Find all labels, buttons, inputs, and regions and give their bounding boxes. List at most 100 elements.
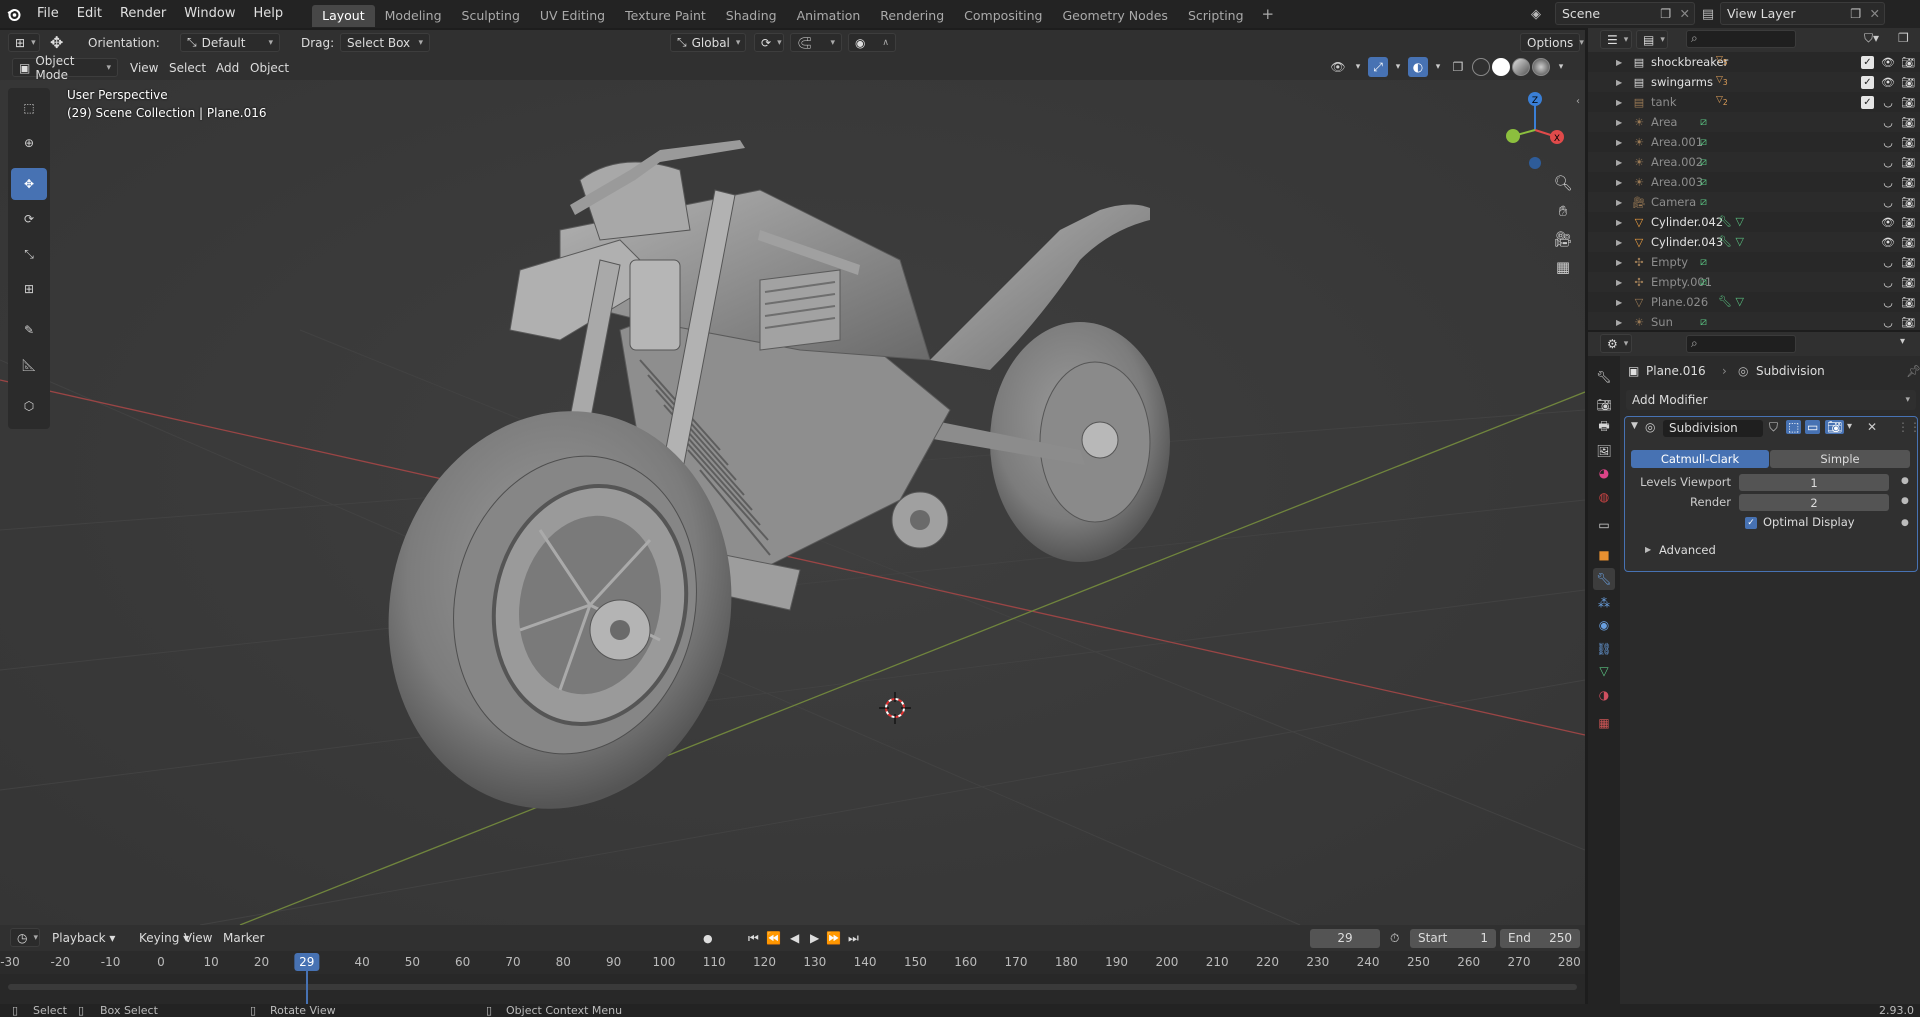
menu-render[interactable]: Render: [111, 0, 175, 28]
expand-arrow-icon[interactable]: ▶: [1616, 158, 1622, 167]
options-dropdown[interactable]: Options ▾: [1520, 33, 1584, 52]
expand-arrow-icon[interactable]: ▶: [1616, 78, 1622, 87]
editor-type-dropdown[interactable]: ⊞ ▾: [8, 33, 40, 52]
menu-help[interactable]: Help: [245, 0, 293, 28]
tab-rendering[interactable]: Rendering: [870, 5, 954, 27]
modifier-name-field[interactable]: Subdivision: [1663, 420, 1763, 437]
move-tool-icon[interactable]: ✥: [50, 33, 63, 52]
properties-editor[interactable]: ⚙ ▾ ⌕ ▾ 🔧︎ 📷︎ 🖶︎ 🖼︎ ◕ ◍ ▭ ■ 🔧︎ ⁂ ◉ ⛓︎ ▽ ◑…: [1588, 332, 1920, 1004]
view-layer-tab-icon[interactable]: 🖼︎: [1593, 440, 1615, 462]
transform-orientation-dropdown[interactable]: ⤡ Global ▾: [670, 33, 746, 52]
render-camera-icon[interactable]: 📷︎: [1900, 256, 1916, 269]
expand-arrow-icon[interactable]: ▶: [1645, 545, 1651, 554]
pan-hand-icon[interactable]: ✋︎: [1550, 198, 1576, 224]
snap-dropdown[interactable]: 🧲︎ ▾: [790, 33, 842, 52]
playhead-frame-badge[interactable]: 29: [294, 953, 320, 971]
ortho-grid-icon[interactable]: ▦: [1550, 254, 1576, 280]
render-camera-icon[interactable]: 📷︎: [1900, 176, 1916, 189]
timeline-scrollbar[interactable]: [8, 984, 1577, 990]
blender-logo-icon[interactable]: [0, 7, 28, 21]
tab-animation[interactable]: Animation: [787, 5, 871, 27]
marker-menu[interactable]: Marker: [223, 931, 264, 945]
render-toggle-icon[interactable]: 📷︎: [1825, 420, 1845, 434]
zoom-icon[interactable]: 🔍︎: [1550, 170, 1576, 196]
keyframe-dot-icon[interactable]: ●: [1901, 518, 1909, 528]
wireframe-shading-icon[interactable]: [1472, 58, 1490, 76]
play-icon[interactable]: ▶: [810, 931, 819, 945]
outliner-row[interactable]: ▶ 🎥︎ Camera ⧄ ◡ 📷︎: [1588, 192, 1920, 212]
expand-arrow-icon[interactable]: ▶: [1616, 198, 1622, 207]
timeline[interactable]: ◷ ▾ Playback ▾ Keying ▾ View Marker ● ⏮ ⏪…: [0, 925, 1585, 1004]
cursor-tool[interactable]: ⊕: [11, 127, 47, 159]
add-menu[interactable]: Add: [210, 59, 245, 77]
menu-window[interactable]: Window: [175, 0, 244, 28]
view-layer-new-icon[interactable]: ❐: [1846, 6, 1865, 21]
keyframe-dot-icon[interactable]: ●: [1901, 476, 1909, 486]
expand-arrow-icon[interactable]: ▶: [1616, 318, 1622, 327]
xray-toggle-icon[interactable]: ❐: [1448, 57, 1468, 77]
prev-key-icon[interactable]: ⏪: [766, 931, 781, 945]
texture-tab-icon[interactable]: ▦: [1593, 712, 1615, 734]
collection-tab-icon[interactable]: ▭: [1593, 514, 1615, 536]
physics-tab-icon[interactable]: ◉: [1593, 614, 1615, 636]
expand-arrow-icon[interactable]: ▶: [1616, 238, 1622, 247]
render-camera-icon[interactable]: 📷︎: [1900, 96, 1916, 109]
select-box-tool[interactable]: ⬚: [11, 92, 47, 124]
scene-browse-icon[interactable]: ◈: [1525, 3, 1547, 25]
record-icon[interactable]: ●: [703, 932, 713, 945]
edit-mode-toggle-icon[interactable]: ⛉: [1769, 420, 1778, 435]
move-tool[interactable]: ✥: [11, 168, 47, 200]
catmull-clark-button[interactable]: Catmull-Clark: [1631, 450, 1769, 468]
scene-new-icon[interactable]: ❐: [1656, 6, 1675, 21]
render-camera-icon[interactable]: 📷︎: [1900, 236, 1916, 249]
frame-ruler[interactable]: -30 -20 -10 0 10 20 29 40 50 60 70 80 90 100 110 120 130…: [0, 952, 1585, 974]
exclude-checkbox[interactable]: ✓: [1861, 75, 1874, 89]
properties-search-input[interactable]: ⌕: [1686, 335, 1796, 353]
tab-modeling[interactable]: Modeling: [375, 5, 452, 27]
chevron-down-icon[interactable]: ▾: [1551, 57, 1571, 77]
visibility-icon[interactable]: 👁︎: [1328, 57, 1348, 77]
outliner-row[interactable]: ▶ ☀ Area.003 ⧄ ◡ 📷︎: [1588, 172, 1920, 192]
add-modifier-dropdown[interactable]: Add Modifier ▾: [1626, 390, 1916, 410]
overlay-toggle-icon[interactable]: ◐: [1408, 57, 1428, 77]
outliner-search-input[interactable]: ⌕: [1686, 30, 1796, 48]
camera-view-icon[interactable]: 🎥︎: [1550, 226, 1576, 252]
hidden-eye-icon[interactable]: ◡: [1880, 256, 1896, 269]
material-tab-icon[interactable]: ◑: [1593, 684, 1615, 706]
optimal-display-checkbox[interactable]: ✓: [1745, 517, 1757, 529]
chevron-down-icon[interactable]: ▾: [1348, 57, 1368, 77]
tab-scripting[interactable]: Scripting: [1178, 5, 1254, 27]
drag-dropdown[interactable]: Select Box ▾: [340, 33, 430, 52]
outliner-row[interactable]: ▶ ☀ Area ⧄ ◡ 📷︎: [1588, 112, 1920, 132]
view-menu[interactable]: View: [184, 931, 212, 945]
proportional-edit-dropdown[interactable]: ◉ ∧: [848, 33, 896, 52]
collapse-arrow-icon[interactable]: ▼: [1631, 421, 1638, 431]
mode-dropdown[interactable]: ▣ Object Mode ▾: [12, 54, 118, 82]
keying-menu[interactable]: Keying ▾: [139, 931, 189, 945]
outliner-row[interactable]: ▶ ☀ Area.001 ⧄ ◡ 📷︎: [1588, 132, 1920, 152]
pivot-dropdown[interactable]: ⟳ ▾: [754, 33, 784, 52]
scale-tool[interactable]: ⤡: [11, 238, 47, 270]
constraints-tab-icon[interactable]: ⛓︎: [1593, 638, 1615, 660]
navigation-gizmo[interactable]: Z X: [1500, 85, 1570, 175]
tab-compositing[interactable]: Compositing: [954, 5, 1052, 27]
next-key-icon[interactable]: ⏩: [826, 931, 841, 945]
view-layer-delete-icon[interactable]: ✕: [1866, 6, 1884, 21]
simple-button[interactable]: Simple: [1770, 450, 1910, 468]
hidden-eye-icon[interactable]: ◡: [1880, 296, 1896, 309]
stopwatch-icon[interactable]: ⏱: [1390, 931, 1399, 946]
view-layer-field[interactable]: View Layer ❐ ✕: [1720, 2, 1885, 25]
expand-arrow-icon[interactable]: ▶: [1616, 98, 1622, 107]
outliner-row[interactable]: ▶ ▤ tank ▽2 ✓ ◡ 📷︎: [1588, 92, 1920, 112]
render-camera-icon[interactable]: 📷︎: [1900, 296, 1916, 309]
start-frame-field[interactable]: Start 1: [1410, 928, 1496, 948]
chevron-down-icon[interactable]: ▾: [1388, 57, 1408, 77]
object-menu[interactable]: Object: [244, 59, 295, 77]
render-camera-icon[interactable]: 📷︎: [1900, 316, 1916, 329]
timeline-track[interactable]: [0, 974, 1585, 1004]
material-shading-icon[interactable]: [1512, 58, 1530, 76]
chevron-down-icon[interactable]: ▾: [1900, 336, 1905, 347]
visible-eye-icon[interactable]: 👁︎: [1880, 56, 1896, 69]
view-menu[interactable]: View: [124, 59, 164, 77]
chevron-down-icon[interactable]: ▾: [1847, 421, 1852, 432]
